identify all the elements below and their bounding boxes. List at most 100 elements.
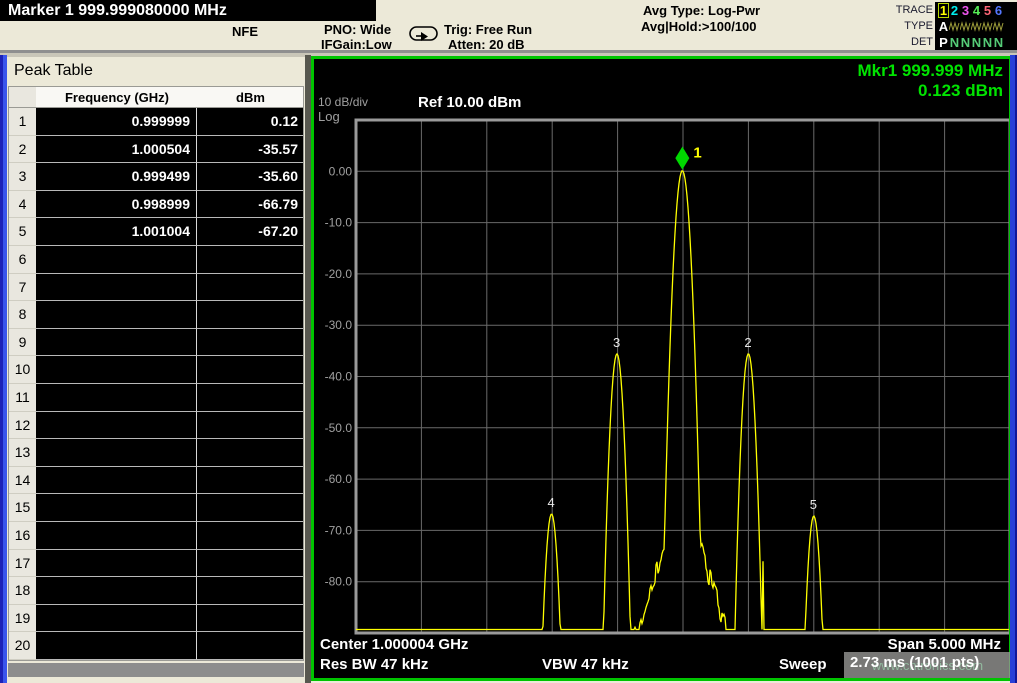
peak-table: Frequency (GHz) dBm 10.9999990.1221.0005… [8,86,304,661]
peak-row-frequency [36,329,197,357]
spectrum-plot[interactable]: 0.00-10.0-20.0-30.0-40.0-50.0-60.0-70.0-… [314,59,1009,678]
trace-button-5[interactable]: 5 [982,3,993,18]
trace-button-2[interactable]: 2 [949,3,960,18]
peak-table-row: 13 [9,439,303,467]
peak-row-dbm [197,439,303,467]
waveform-icon [971,19,982,33]
peak-table-row: 8 [9,301,303,329]
active-function-readout: Marker 1 999.999080000 MHz [0,0,376,21]
peak-row-index: 18 [9,577,36,605]
peak-row-dbm: -67.20 [197,218,303,246]
trace-button-6[interactable]: 6 [993,3,1004,18]
peak-table-row: 10 [9,356,303,384]
peak-label: 2 [744,335,751,350]
peak-row-dbm [197,550,303,578]
peak-row-dbm [197,301,303,329]
waveform-icon [960,19,971,33]
y-axis-label: -70.0 [325,523,353,537]
marker-readout-amplitude: 0.123 dBm [918,81,1003,101]
peak-row-frequency [36,550,197,578]
log-scale-label: Log [318,109,340,124]
trace-type-indicator-4 [971,19,982,34]
trace-type-indicator-2 [949,19,960,34]
trace-legend-box: 1AP2N3N4N5N6N [935,2,1017,52]
peak-row-frequency [36,246,197,274]
peak-row-frequency: 1.001004 [36,218,197,246]
peak-row-index: 8 [9,301,36,329]
analyzer-screen: Marker 1 999.999080000 MHz NFE PNO: Wide… [0,0,1017,683]
peak-table-row: 18 [9,577,303,605]
peak-row-dbm [197,467,303,495]
peak-table-row: 6 [9,246,303,274]
marker-diamond-icon[interactable] [675,147,689,170]
y-axis-label: -50.0 [325,421,353,435]
peak-table-window: Peak Table Frequency (GHz) dBm 10.999999… [7,57,305,683]
peak-row-index: 20 [9,632,36,660]
peak-row-frequency [36,577,197,605]
peak-table-row: 40.998999-66.79 [9,191,303,219]
watermark-box: www.cntronics.com 2.73 ms (1001 pts) [844,652,1011,678]
peak-row-dbm: -66.79 [197,191,303,219]
vbw-label: VBW 47 kHz [542,656,629,673]
trace-det-indicator-5: N [982,35,993,50]
peak-row-index: 9 [9,329,36,357]
trace-button-4[interactable]: 4 [971,3,982,18]
trace-type-indicator-5 [982,19,993,34]
peak-row-frequency [36,467,197,495]
peak-table-scrollbar[interactable] [8,663,304,677]
peak-row-frequency: 0.999499 [36,163,197,191]
continuous-sweep-icon[interactable] [408,24,440,49]
peak-table-row: 14 [9,467,303,495]
y-axis-label: -20.0 [325,267,353,281]
res-bw-label: Res BW 47 kHz [320,656,428,673]
peak-row-dbm [197,384,303,412]
peak-table-row: 10.9999990.12 [9,108,303,136]
peak-table-row: 12 [9,412,303,440]
peak-table-header-index [9,87,36,107]
peak-row-frequency: 0.999999 [36,108,197,136]
y-axis-label: -10.0 [325,216,353,230]
peak-table-row: 21.000504-35.57 [9,136,303,164]
peak-row-frequency: 1.000504 [36,136,197,164]
peak-row-frequency [36,439,197,467]
trace-det-indicator-3: N [960,35,971,50]
span-label: Span 5.000 MHz [888,636,1001,653]
center-frequency-label: Center 1.000004 GHz [320,636,468,653]
peak-row-dbm [197,522,303,550]
peak-label: 3 [613,335,620,350]
ref-level-label: Ref 10.00 dBm [418,94,521,111]
y-axis-label: -60.0 [325,472,353,486]
avg-hold-indicator: Avg|Hold:>100/100 [641,19,757,34]
peak-table-header: Frequency (GHz) dBm [9,87,303,108]
peak-label: 4 [548,495,555,510]
trace-button-1[interactable]: 1 [938,3,949,18]
det-caption: DET [878,36,933,48]
marker-number-label: 1 [693,145,701,162]
peak-row-dbm [197,412,303,440]
peak-row-dbm: 0.12 [197,108,303,136]
y-axis-label: 0.00 [329,164,353,178]
peak-row-frequency [36,605,197,633]
peak-table-row: 20 [9,632,303,660]
peak-table-row: 7 [9,274,303,302]
peak-table-header-frequency: Frequency (GHz) [36,87,198,107]
type-caption: TYPE [878,20,933,32]
trace-button-3[interactable]: 3 [960,3,971,18]
peak-row-dbm [197,577,303,605]
peak-row-frequency [36,494,197,522]
peak-row-frequency [36,356,197,384]
peak-row-index: 15 [9,494,36,522]
peak-row-index: 13 [9,439,36,467]
trace-det-indicator-2: N [949,35,960,50]
peak-table-row: 19 [9,605,303,633]
peak-row-index: 19 [9,605,36,633]
peak-row-frequency [36,274,197,302]
peak-row-frequency: 0.998999 [36,191,197,219]
waveform-icon [982,19,993,33]
peak-row-dbm [197,632,303,660]
peak-table-title: Peak Table [14,62,93,80]
peak-table-row: 11 [9,384,303,412]
window-frame-right [1010,55,1017,683]
peak-row-index: 3 [9,163,36,191]
peak-table-header-dbm: dBm [198,87,303,107]
